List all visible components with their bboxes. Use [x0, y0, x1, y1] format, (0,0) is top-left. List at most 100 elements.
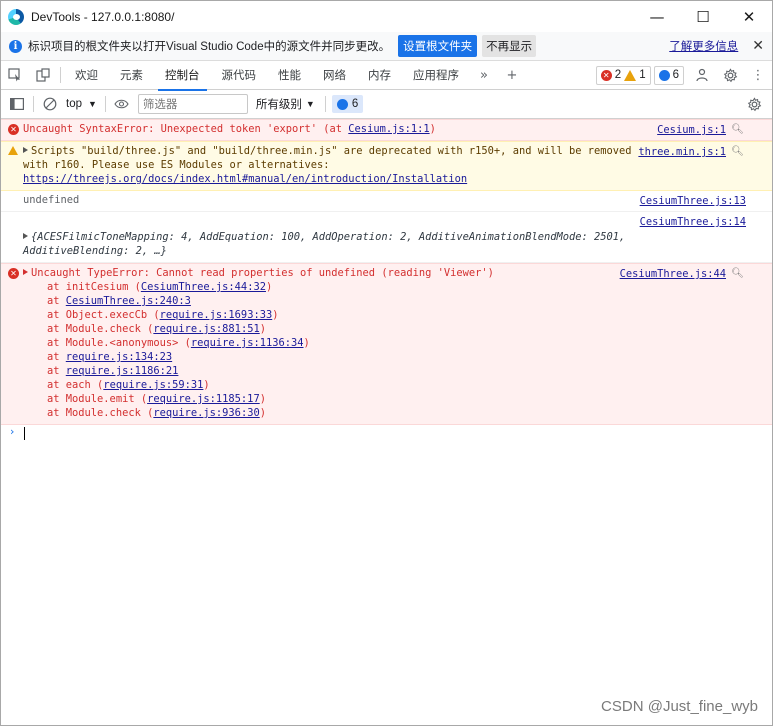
- console-message-warning: Scripts "build/three.js" and "build/thre…: [1, 141, 772, 191]
- frame-text: at Module.emit (: [47, 393, 148, 405]
- tab-network[interactable]: 网络: [312, 61, 357, 90]
- frame-text: ): [303, 337, 310, 349]
- set-root-folder-button[interactable]: 设置根文件夹: [398, 35, 478, 57]
- more-tabs-icon[interactable]: »: [470, 61, 498, 90]
- console-settings-gear-icon[interactable]: [742, 92, 766, 116]
- log-levels-dropdown[interactable]: 所有级别 ▼: [248, 96, 321, 112]
- stack-frame: at Module.<anonymous> (require.js:1136:3…: [23, 336, 632, 350]
- clear-console-icon[interactable]: [38, 92, 62, 116]
- sidebar-toggle-icon[interactable]: [5, 92, 29, 116]
- tab-sources[interactable]: 源代码: [211, 61, 268, 90]
- tab-console[interactable]: 控制台: [154, 61, 211, 91]
- frame-link[interactable]: require.js:1693:33: [160, 309, 273, 321]
- message-text: ): [429, 123, 436, 135]
- frame-text: at Object.execCb (: [47, 309, 160, 321]
- warning-icon: [8, 146, 18, 155]
- filter-input[interactable]: 筛选器: [137, 94, 248, 114]
- context-value: top: [66, 98, 82, 110]
- learn-more-link[interactable]: 了解更多信息: [669, 38, 738, 54]
- expand-arrow-icon[interactable]: [23, 233, 28, 239]
- frame-text: ): [272, 309, 279, 321]
- error-count: 2: [614, 69, 622, 81]
- devtools-window: DevTools - 127.0.0.1:8080/ — ☐ ✕ i 标识项目的…: [0, 0, 773, 726]
- frame-link[interactable]: require.js:881:51: [153, 323, 259, 335]
- frame-text: at: [47, 351, 66, 363]
- dont-show-again-button[interactable]: 不再显示: [482, 35, 537, 57]
- search-icon[interactable]: 🔍︎: [731, 145, 744, 159]
- console-message-log: {ACESFilmicToneMapping: 4, AddEquation: …: [1, 212, 772, 263]
- device-toolbar-icon[interactable]: [29, 61, 57, 90]
- frame-link[interactable]: CesiumThree.js:240:3: [66, 295, 191, 307]
- frame-link[interactable]: require.js:59:31: [103, 379, 203, 391]
- add-tab-icon[interactable]: +: [498, 61, 526, 90]
- expand-arrow-icon[interactable]: [23, 147, 28, 153]
- message-bubble-icon: [336, 98, 348, 110]
- maximize-button[interactable]: ☐: [680, 1, 726, 32]
- live-expression-eye-icon[interactable]: [110, 92, 134, 116]
- close-window-button[interactable]: ✕: [726, 1, 772, 32]
- warning-icon: [624, 69, 637, 81]
- customize-icon[interactable]: [688, 61, 716, 90]
- frame-link[interactable]: require.js:134:23: [66, 351, 172, 363]
- error-icon: ✕: [8, 124, 19, 135]
- message-source-link[interactable]: CesiumThree.js:13: [640, 194, 746, 208]
- message-source-link[interactable]: CesiumThree.js:44: [620, 267, 726, 281]
- source-link[interactable]: Cesium.js:1:1: [348, 123, 429, 135]
- frame-text: ): [203, 379, 210, 391]
- more-options-icon[interactable]: ⋮: [744, 61, 772, 90]
- message-text: Uncaught SyntaxError: Unexpected token '…: [23, 123, 349, 135]
- minimize-button[interactable]: —: [634, 1, 680, 32]
- message-bubble-icon: [658, 69, 670, 81]
- search-icon[interactable]: 🔍︎: [731, 267, 744, 281]
- search-icon[interactable]: 🔍︎: [731, 123, 744, 137]
- issues-button[interactable]: 6: [331, 95, 364, 113]
- docs-link[interactable]: https://threejs.org/docs/index.html#manu…: [23, 173, 467, 185]
- text-caret: [24, 427, 25, 440]
- window-title: DevTools - 127.0.0.1:8080/: [31, 9, 175, 24]
- frame-link[interactable]: CesiumThree.js:44:32: [141, 281, 266, 293]
- title-bar: DevTools - 127.0.0.1:8080/ — ☐ ✕: [1, 1, 772, 32]
- tab-elements[interactable]: 元素: [109, 61, 154, 90]
- errors-warnings-counter[interactable]: ✕ 2 1: [595, 65, 651, 85]
- stack-frame: at initCesium (CesiumThree.js:44:32): [23, 280, 632, 294]
- frame-text: ): [259, 323, 266, 335]
- tab-application[interactable]: 应用程序: [402, 61, 470, 90]
- object-preview[interactable]: {ACESFilmicToneMapping: 4, AddEquation: …: [23, 231, 625, 257]
- dropdown-arrow-icon: ▼: [88, 99, 97, 109]
- stack-frame: at Module.check (require.js:881:51): [23, 322, 632, 336]
- context-selector[interactable]: top ▼: [62, 98, 101, 110]
- frame-link[interactable]: require.js:1136:34: [191, 337, 304, 349]
- frame-link[interactable]: require.js:1186:21: [66, 365, 179, 377]
- console-message-error: ✕ Uncaught SyntaxError: Unexpected token…: [1, 119, 772, 141]
- stack-frame: at Module.emit (require.js:1185:17): [23, 392, 632, 406]
- toolbar-divider: [104, 96, 106, 112]
- tab-welcome[interactable]: 欢迎: [64, 61, 109, 90]
- console-prompt[interactable]: ›: [1, 425, 772, 441]
- edge-logo-icon: [8, 8, 24, 25]
- message-text: undefined: [23, 194, 80, 206]
- frame-link[interactable]: require.js:936:30: [153, 407, 259, 419]
- frame-link[interactable]: require.js:1185:17: [147, 393, 260, 405]
- message-source-link[interactable]: CesiumThree.js:14: [640, 215, 746, 229]
- stack-trace: at initCesium (CesiumThree.js:44:32) at …: [23, 280, 632, 420]
- stack-frame: at Module.check (require.js:936:30): [23, 406, 632, 420]
- issue-counters: ✕ 2 1 6: [595, 65, 684, 85]
- frame-text: ): [259, 393, 266, 405]
- dropdown-arrow-icon: ▼: [305, 99, 315, 109]
- stack-frame: at Object.execCb (require.js:1693:33): [23, 308, 632, 322]
- tab-performance[interactable]: 性能: [267, 61, 312, 90]
- workspace-infobar: i 标识项目的根文件夹以打开Visual Studio Code中的源文件并同步…: [1, 32, 772, 61]
- infobar-close-icon[interactable]: ✕: [752, 38, 764, 54]
- issues-button-count: 6: [351, 98, 359, 110]
- message-source-link[interactable]: three.min.js:1: [638, 145, 726, 159]
- issues-counter[interactable]: 6: [653, 65, 684, 85]
- message-source-link[interactable]: Cesium.js:1: [657, 123, 726, 137]
- expand-arrow-icon[interactable]: [23, 269, 28, 275]
- console-output: ✕ Uncaught SyntaxError: Unexpected token…: [1, 119, 772, 441]
- infobar-message: 标识项目的根文件夹以打开Visual Studio Code中的源文件并同步更改…: [28, 41, 391, 53]
- inspect-element-icon[interactable]: [1, 61, 29, 90]
- settings-gear-icon[interactable]: [716, 61, 744, 90]
- tab-memory[interactable]: 内存: [357, 61, 402, 90]
- frame-text: at: [47, 295, 66, 307]
- frame-text: at Module.check (: [47, 407, 154, 419]
